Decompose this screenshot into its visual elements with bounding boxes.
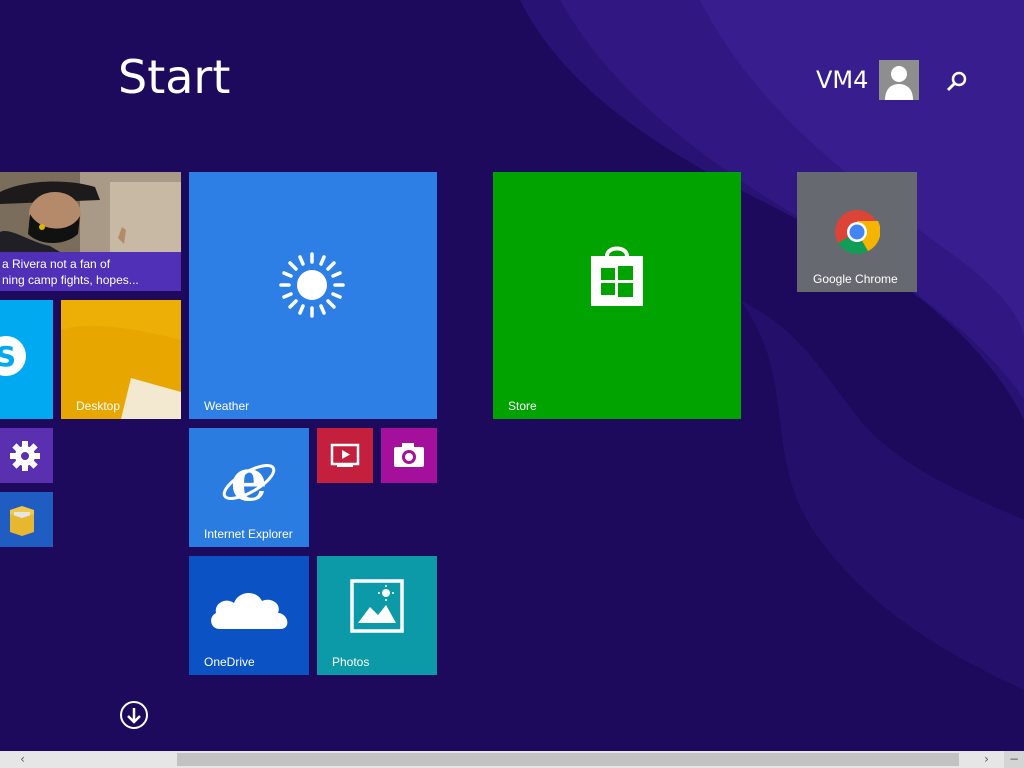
store-tile[interactable]: Store (493, 172, 741, 419)
photos-tile[interactable]: Photos (317, 556, 437, 675)
internet-explorer-tile[interactable]: e Internet Explorer (189, 428, 309, 547)
skype-tile[interactable]: S (0, 300, 53, 419)
scroll-left-arrow-icon[interactable]: ‹ (14, 751, 31, 768)
zoom-out-button[interactable]: − (1004, 751, 1024, 768)
news-tile[interactable]: a Rivera not a fan of ning camp fights, … (0, 172, 181, 291)
all-apps-button[interactable] (119, 700, 149, 730)
desktop-label: Desktop (76, 399, 121, 413)
gear-icon (10, 441, 40, 471)
camera-icon (394, 443, 424, 467)
video-icon (330, 443, 360, 467)
internet-explorer-label: Internet Explorer (204, 527, 293, 541)
photos-label: Photos (332, 655, 370, 669)
google-chrome-tile[interactable]: Google Chrome (797, 172, 917, 292)
photo-icon (350, 579, 404, 633)
page-title: Start (118, 50, 231, 104)
weather-tile[interactable]: Weather (189, 172, 437, 419)
news-photo (0, 172, 181, 252)
horizontal-scrollbar[interactable]: ‹ › − (0, 751, 1024, 768)
svg-text:S: S (0, 340, 16, 373)
sun-icon (279, 252, 345, 318)
news-headline-line2: ning camp fights, hopes... (2, 273, 139, 287)
onedrive-tile[interactable]: OneDrive (189, 556, 309, 675)
user-name[interactable]: VM4 (816, 66, 868, 94)
skype-icon: S (0, 336, 26, 376)
pc-settings-tile[interactable] (0, 428, 53, 483)
google-chrome-label: Google Chrome (813, 272, 898, 286)
news-headline-line1: a Rivera not a fan of (2, 257, 111, 271)
onedrive-label: OneDrive (204, 655, 255, 669)
weather-label: Weather (204, 399, 250, 413)
search-icon (946, 71, 967, 92)
cloud-icon (211, 592, 288, 629)
scrollbar-thumb[interactable] (177, 753, 959, 766)
user-avatar-icon (879, 60, 919, 100)
arrow-down-icon (120, 701, 148, 729)
avatar[interactable] (879, 60, 919, 100)
file-explorer-tile[interactable] (0, 492, 53, 547)
internet-explorer-icon: e (222, 450, 276, 510)
news-headline: a Rivera not a fan of ning camp fights, … (2, 256, 139, 288)
scroll-right-arrow-icon[interactable]: › (978, 751, 995, 768)
video-tile[interactable] (317, 428, 373, 483)
store-bag-icon (591, 246, 643, 306)
store-label: Store (508, 399, 537, 413)
chrome-icon (835, 210, 880, 254)
desktop-tile[interactable]: Desktop (61, 300, 181, 419)
folder-icon (10, 506, 34, 536)
search-button[interactable] (943, 68, 971, 96)
camera-tile[interactable] (381, 428, 437, 483)
